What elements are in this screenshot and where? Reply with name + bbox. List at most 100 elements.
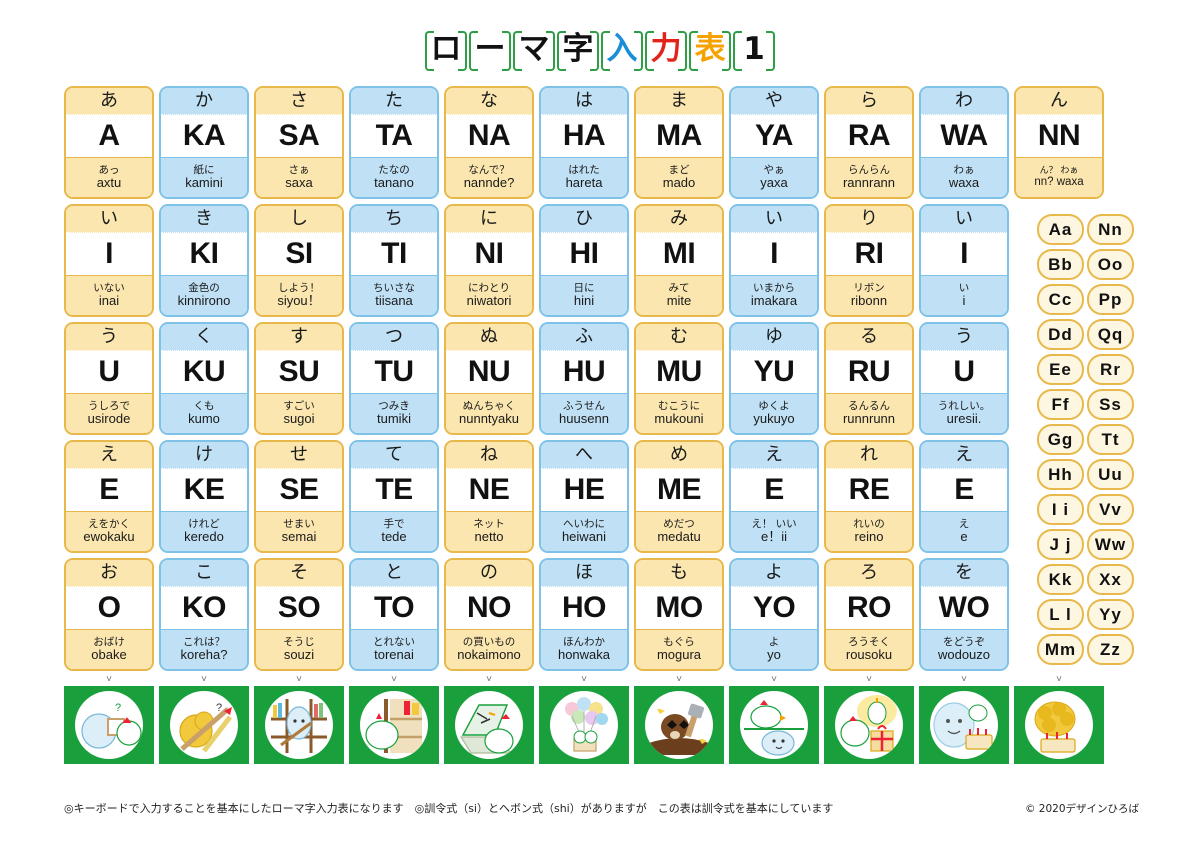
- kana-cell-hu[interactable]: ふ HU ふうせん huusenn: [539, 322, 629, 435]
- kana-cell-wo[interactable]: を WO をどうぞ wodouzo: [919, 558, 1009, 671]
- kana-cell-ku[interactable]: く KU くも kumo: [159, 322, 249, 435]
- alphabet-pill-hh[interactable]: Hh: [1037, 459, 1084, 490]
- alphabet-pill-ee[interactable]: Ee: [1037, 354, 1084, 385]
- cell-romaji: E: [921, 469, 1007, 511]
- kana-cell-sa[interactable]: さ SA さぁ saxa: [254, 86, 344, 199]
- kana-cell-yo[interactable]: よ YO よ yo: [729, 558, 819, 671]
- kana-cell-ro[interactable]: ろ RO ろうそく rousoku: [824, 558, 914, 671]
- kana-cell-ma[interactable]: ま MA まど mado: [634, 86, 724, 199]
- kana-cell-u[interactable]: う U うしろで usirode: [64, 322, 154, 435]
- alphabet-pill-cc[interactable]: Cc: [1037, 284, 1084, 315]
- kana-cell-ha[interactable]: は HA はれた hareta: [539, 86, 629, 199]
- kana-cell-si[interactable]: し SI しよう！ siyou！: [254, 204, 344, 317]
- kana-cell-no[interactable]: の NO の買いもの nokaimono: [444, 558, 534, 671]
- kana-cell-nu[interactable]: ぬ NU ぬんちゃく nunntyaku: [444, 322, 534, 435]
- chevron-down-icon: ˅: [771, 673, 777, 685]
- kana-cell-ti[interactable]: ち TI ちいさな tiisana: [349, 204, 439, 317]
- kana-cell-ho[interactable]: ほ HO ほんわか honwaka: [539, 558, 629, 671]
- kana-cell-ra[interactable]: ら RA らんらん rannrann: [824, 86, 914, 199]
- alphabet-pill-uu[interactable]: Uu: [1087, 459, 1134, 490]
- kana-cell-e[interactable]: え E えをかく ewokaku: [64, 440, 154, 553]
- kana-cell-ka[interactable]: か KA 紙に kamini: [159, 86, 249, 199]
- kana-cell-se[interactable]: せ SE せまい semai: [254, 440, 344, 553]
- alphabet-row-5: Ff Ss: [1037, 389, 1134, 420]
- alphabet-pill-qq[interactable]: Qq: [1087, 319, 1134, 350]
- kana-cell-ya[interactable]: や YA やぁ yaxa: [729, 86, 819, 199]
- kana-cell-ni[interactable]: に NI にわとり niwatori: [444, 204, 534, 317]
- kana-cell-ki[interactable]: き KI 金色の kinnirono: [159, 204, 249, 317]
- example-romaji: reino: [854, 529, 884, 545]
- alphabet-pill-ff[interactable]: Ff: [1037, 389, 1084, 420]
- kana-cell-he[interactable]: へ HE へいわに heiwani: [539, 440, 629, 553]
- cell-romaji: U: [921, 351, 1007, 393]
- example-romaji: ribonn: [850, 293, 888, 309]
- kana-cell-ko[interactable]: こ KO これは？ koreha?: [159, 558, 249, 671]
- kana-cell-wa[interactable]: わ WA わぁ waxa: [919, 86, 1009, 199]
- alphabet-pill-yy[interactable]: Yy: [1087, 599, 1134, 630]
- kana-cell-u[interactable]: う U うれしい。 uresii.: [919, 322, 1009, 435]
- illustration-disc: [835, 691, 903, 759]
- kana-row-2: う U うしろで usirode く KU くも kumo す SU すごい sugoi つ TU つみき t…: [64, 322, 1139, 435]
- kana-cell-ke[interactable]: け KE けれど keredo: [159, 440, 249, 553]
- cell-example: まど mado: [636, 157, 722, 197]
- alphabet-pill-l l[interactable]: L l: [1037, 599, 1084, 630]
- alphabet-pill-zz[interactable]: Zz: [1087, 634, 1134, 665]
- kana-cell-na[interactable]: な NA なんで？ nannde?: [444, 86, 534, 199]
- cell-kana: そ: [256, 560, 342, 587]
- alphabet-pill-i i[interactable]: I i: [1037, 494, 1084, 525]
- kana-cell-e[interactable]: え E え！ いい e！ii: [729, 440, 819, 553]
- kana-cell-su[interactable]: す SU すごい sugoi: [254, 322, 344, 435]
- kana-cell-i[interactable]: いIいi: [919, 204, 1009, 317]
- kana-cell-tu[interactable]: つ TU つみき tumiki: [349, 322, 439, 435]
- title-char-1: ー: [469, 28, 511, 71]
- kana-cell-yu[interactable]: ゆ YU ゆくよ yukuyo: [729, 322, 819, 435]
- kana-cell-a[interactable]: あ A あっ axtu: [64, 86, 154, 199]
- kana-cell-i[interactable]: い I いまから imakara: [729, 204, 819, 317]
- kana-cell-ri[interactable]: り RI リボン ribonn: [824, 204, 914, 317]
- alphabet-pill-mm[interactable]: Mm: [1037, 634, 1084, 665]
- example-romaji: yo: [767, 647, 781, 663]
- cell-kana: け: [161, 442, 247, 469]
- alphabet-pill-dd[interactable]: Dd: [1037, 319, 1084, 350]
- illustration-na-chick-at-laptop: [444, 686, 534, 764]
- kana-cell-mo[interactable]: も MO もぐら mogura: [634, 558, 724, 671]
- alphabet-pill-ss[interactable]: Ss: [1087, 389, 1134, 420]
- alphabet-pill-kk[interactable]: Kk: [1037, 564, 1084, 595]
- kana-cell-re[interactable]: れ RE れいの reino: [824, 440, 914, 553]
- kana-cell-mi[interactable]: み MI みて mite: [634, 204, 724, 317]
- kana-cell-to[interactable]: と TO とれない torenai: [349, 558, 439, 671]
- illustration-disc: [1025, 691, 1093, 759]
- kana-cell-ne[interactable]: ね NE ネット netto: [444, 440, 534, 553]
- alphabet-pill-j j[interactable]: J j: [1037, 529, 1084, 560]
- kana-cell-hi[interactable]: ひ HI 日に hini: [539, 204, 629, 317]
- alphabet-pill-nn[interactable]: Nn: [1087, 214, 1134, 245]
- alphabet-pill-ww[interactable]: Ww: [1087, 529, 1134, 560]
- example-romaji: ewokaku: [83, 529, 135, 545]
- kana-cell-e[interactable]: えEえe: [919, 440, 1009, 553]
- cell-kana: み: [636, 206, 722, 233]
- alphabet-pill-gg[interactable]: Gg: [1037, 424, 1084, 455]
- kana-cell-i[interactable]: い I いない inai: [64, 204, 154, 317]
- alphabet-pill-xx[interactable]: Xx: [1087, 564, 1134, 595]
- cell-kana: い: [731, 206, 817, 233]
- kana-cell-nn[interactable]: ん NN ん？ わぁ nn? waxa: [1014, 86, 1104, 199]
- kana-cell-ta[interactable]: た TA たなの tanano: [349, 86, 439, 199]
- kana-cell-te[interactable]: て TE 手で tede: [349, 440, 439, 553]
- cell-kana: き: [161, 206, 247, 233]
- cell-romaji: TE: [351, 469, 437, 511]
- cell-kana: た: [351, 88, 437, 115]
- kana-cell-ru[interactable]: る RU るんるん runnrunn: [824, 322, 914, 435]
- alphabet-pill-oo[interactable]: Oo: [1087, 249, 1134, 280]
- kana-cell-so[interactable]: そ SO そうじ souzi: [254, 558, 344, 671]
- alphabet-pill-rr[interactable]: Rr: [1087, 354, 1134, 385]
- alphabet-pill-vv[interactable]: Vv: [1087, 494, 1134, 525]
- kana-cell-o[interactable]: お O おばけ obake: [64, 558, 154, 671]
- cell-romaji: RA: [826, 115, 912, 157]
- alphabet-pill-pp[interactable]: Pp: [1087, 284, 1134, 315]
- copyright-text: © 2020デザインひろば: [1024, 803, 1139, 815]
- alphabet-pill-aa[interactable]: Aa: [1037, 214, 1084, 245]
- alphabet-pill-bb[interactable]: Bb: [1037, 249, 1084, 280]
- kana-cell-me[interactable]: め ME めだつ medatu: [634, 440, 724, 553]
- kana-cell-mu[interactable]: む MU むこうに mukouni: [634, 322, 724, 435]
- alphabet-pill-tt[interactable]: Tt: [1087, 424, 1134, 455]
